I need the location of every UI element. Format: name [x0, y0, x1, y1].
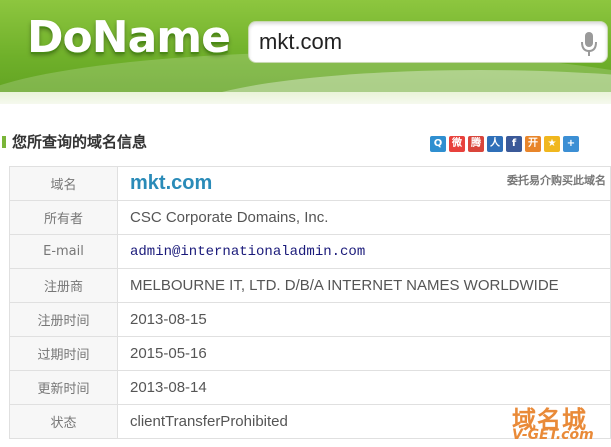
more-icon[interactable]: + — [563, 136, 579, 152]
row-label-updated: 更新时间 — [9, 370, 118, 405]
kaixin-icon[interactable]: 开 — [525, 136, 541, 152]
watermark-logo: 域名城 V-GET.com — [512, 400, 611, 447]
broker-purchase-link[interactable]: 委托易介购买此域名 — [507, 172, 606, 188]
domain-cell: mkt.com 委托易介购买此域名 — [117, 166, 611, 201]
qzone-icon[interactable]: Q — [430, 136, 446, 152]
watermark-en-text: V-GET.com — [512, 427, 594, 443]
row-label-owner: 所有者 — [9, 200, 118, 235]
owner-value: CSC Corporate Domains, Inc. — [117, 200, 611, 235]
table-row: 过期时间 2015-05-16 — [9, 336, 611, 371]
row-label-registrar: 注册商 — [9, 268, 118, 303]
table-row: E-mail admin@internationaladmin.com — [9, 234, 611, 269]
weibo-icon[interactable]: 微 — [449, 136, 465, 152]
facebook-icon[interactable]: f — [506, 136, 522, 152]
table-row: 注册时间 2013-08-15 — [9, 302, 611, 337]
table-row: 域名 mkt.com 委托易介购买此域名 — [9, 166, 611, 201]
renren-icon[interactable]: 人 — [487, 136, 503, 152]
row-label-email: E-mail — [9, 234, 118, 269]
domain-name: mkt.com — [130, 172, 213, 194]
table-row: 注册商 MELBOURNE IT, LTD. D/B/A INTERNET NA… — [9, 268, 611, 303]
row-label-expires: 过期时间 — [9, 336, 118, 371]
search-input[interactable] — [259, 28, 559, 56]
whois-table: 域名 mkt.com 委托易介购买此域名 所有者 CSC Corporate D… — [9, 166, 611, 439]
expiry-date-value: 2015-05-16 — [117, 336, 611, 371]
tencent-weibo-icon[interactable]: 腾 — [468, 136, 484, 152]
registrar-value: MELBOURNE IT, LTD. D/B/A INTERNET NAMES … — [117, 268, 611, 303]
row-label-created: 注册时间 — [9, 302, 118, 337]
favorite-icon[interactable]: ★ — [544, 136, 560, 152]
search-box[interactable] — [248, 21, 608, 63]
table-row: 所有者 CSC Corporate Domains, Inc. — [9, 200, 611, 235]
microphone-icon[interactable] — [579, 30, 599, 58]
created-date-value: 2013-08-15 — [117, 302, 611, 337]
header-bottom-band — [0, 92, 611, 104]
site-logo[interactable]: DoName — [27, 12, 231, 63]
email-value: admin@internationaladmin.com — [117, 234, 611, 269]
share-toolbar: Q 微 腾 人 f 开 ★ + — [430, 136, 579, 152]
row-label-domain: 域名 — [9, 166, 118, 201]
section-marker — [2, 136, 6, 148]
section-title: 您所查询的域名信息 — [12, 133, 148, 151]
row-label-status: 状态 — [9, 404, 118, 439]
